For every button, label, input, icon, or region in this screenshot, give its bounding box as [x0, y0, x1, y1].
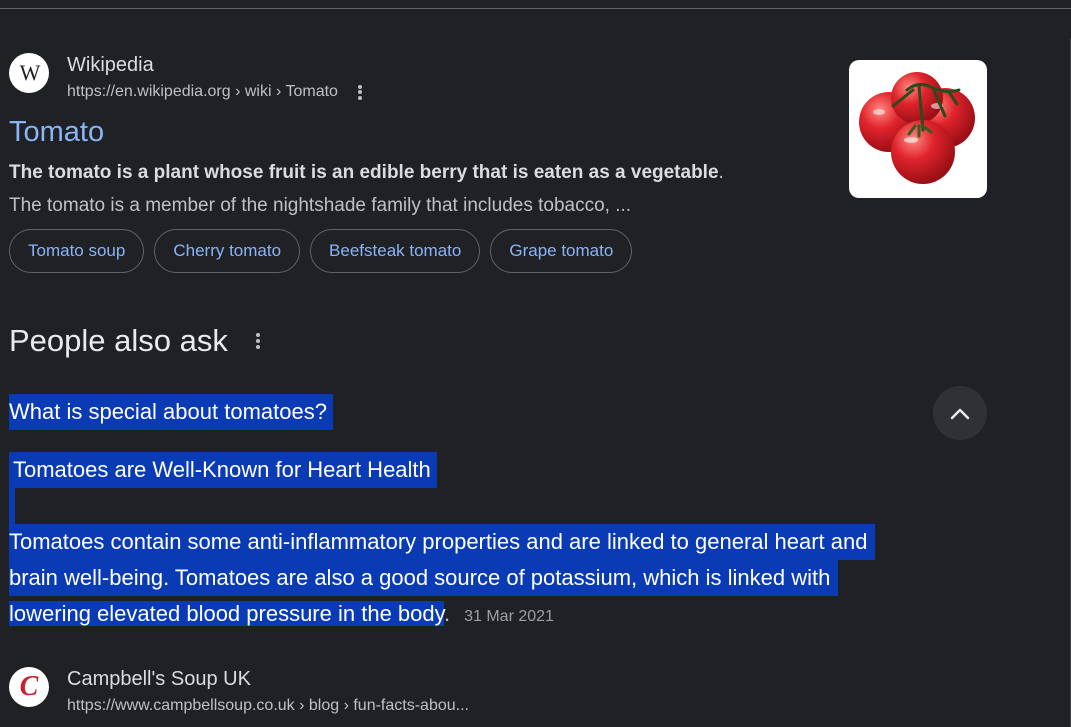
more-vert-icon[interactable]	[357, 84, 362, 100]
result-title-tomato[interactable]: Tomato	[9, 114, 104, 150]
top-divider	[0, 8, 1071, 9]
more-vert-icon[interactable]	[255, 333, 260, 349]
tomato-thumbnail-icon[interactable]	[849, 60, 987, 198]
related-chips: Tomato soup Cherry tomato Beefsteak toma…	[9, 229, 633, 273]
answer-line-2: brain well-being. Tomatoes are also a go…	[9, 560, 839, 596]
result-snippet-bold: The tomato is a plant whose fruit is an …	[9, 160, 724, 186]
campbells-result-header[interactable]: C Campbell's Soup UK https://www.campbel…	[9, 667, 469, 717]
result-snippet: The tomato is a member of the nightshade…	[9, 195, 632, 216]
chip-tomato-soup[interactable]: Tomato soup	[9, 229, 145, 273]
answer-period: .	[443, 601, 451, 626]
paa-answer-heading: Tomatoes are Well-Known for Heart Health	[9, 452, 437, 488]
wikipedia-result-header[interactable]: W Wikipedia https://en.wikipedia.org › w…	[9, 53, 362, 103]
people-also-ask-title: People also ask	[9, 323, 228, 358]
selection-gap	[9, 488, 15, 524]
collapse-button[interactable]	[933, 386, 987, 440]
wikipedia-url[interactable]: https://en.wikipedia.org › wiki › Tomato	[67, 81, 338, 103]
chip-cherry-tomato[interactable]: Cherry tomato	[154, 229, 301, 273]
paa-answer-body: Tomatoes contain some anti-inflammatory …	[9, 524, 969, 635]
people-also-ask-heading: People also ask	[9, 321, 260, 361]
paa-question[interactable]: What is special about tomatoes?	[9, 394, 333, 430]
campbells-favicon-icon: C	[9, 667, 49, 707]
chip-grape-tomato[interactable]: Grape tomato	[490, 229, 633, 273]
wikipedia-favicon-letter: W	[19, 60, 41, 85]
chip-beefsteak-tomato[interactable]: Beefsteak tomato	[310, 229, 481, 273]
campbells-url[interactable]: https://www.campbellsoup.co.uk › blog › …	[67, 695, 469, 717]
answer-line-3: lowering elevated blood pressure in the …	[9, 601, 444, 626]
chevron-up-icon	[950, 408, 970, 420]
campbells-favicon-letter: C	[19, 671, 39, 702]
answer-line-1: Tomatoes contain some anti-inflammatory …	[9, 524, 876, 560]
snippet-bold-text: The tomato is a plant whose fruit is an …	[9, 162, 719, 183]
wikipedia-favicon-icon: W	[9, 53, 49, 93]
answer-date: 31 Mar 2021	[464, 608, 554, 625]
wikipedia-site-name[interactable]: Wikipedia	[67, 53, 362, 77]
campbells-site-name[interactable]: Campbell's Soup UK	[67, 667, 469, 691]
snippet-bold-period: .	[718, 162, 724, 183]
